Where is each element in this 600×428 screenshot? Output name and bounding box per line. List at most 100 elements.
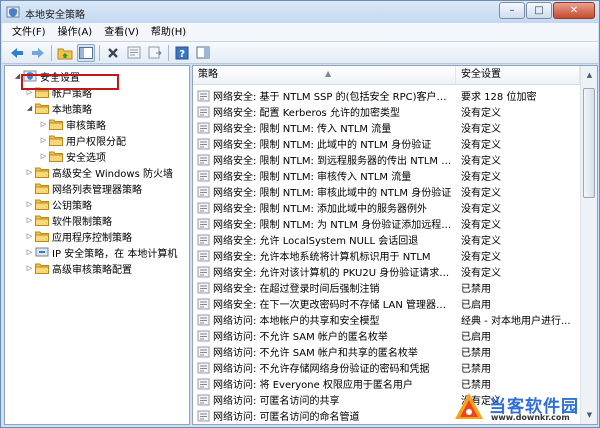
- help-button[interactable]: ?: [173, 44, 191, 62]
- tree-node[interactable]: ▷ 应用程序控制策略: [25, 228, 132, 244]
- table-row[interactable]: 网络安全: 限制 NTLM: 为 NTLM 身份验证添加远程服务器... 没有定义: [193, 215, 597, 231]
- tree-node[interactable]: 网络列表管理器策略: [25, 180, 142, 196]
- policy-name: 网络安全: 限制 NTLM: 审核此域中的 NTLM 身份验证: [213, 188, 452, 199]
- policy-name: 网络访问: 可匿名访问的共享: [213, 396, 340, 407]
- delete-button[interactable]: [104, 44, 122, 62]
- collapsed-arrow-icon[interactable]: ▷: [25, 200, 34, 208]
- table-row[interactable]: 网络安全: 允许 LocalSystem NULL 会话回退 没有定义: [193, 231, 597, 247]
- policy-cell: 网络安全: 在超过登录时间后强制注销: [197, 280, 455, 295]
- window-title: 本地安全策略: [25, 10, 85, 21]
- close-button[interactable]: ✕: [553, 2, 595, 19]
- tree-node[interactable]: ▷ 公钥策略: [25, 196, 92, 212]
- menu-file[interactable]: 文件(F): [6, 24, 52, 41]
- tree-node[interactable]: ▷ 高级安全 Windows 防火墙: [25, 164, 173, 180]
- policy-name: 网络安全: 限制 NTLM: 传入 NTLM 流量: [213, 124, 392, 135]
- column-header-policy[interactable]: 策略 ▲: [193, 66, 456, 85]
- tree-node[interactable]: ▷ 高级审核策略配置: [25, 260, 132, 276]
- table-row[interactable]: 网络访问: 不允许存储网络身份验证的密码和凭据 已禁用: [193, 359, 597, 375]
- policy-cell: 网络访问: 可匿名访问的共享: [197, 392, 455, 407]
- table-row[interactable]: 网络安全: 允许对该计算机的 PKU2U 身份验证请求使用联... 没有定义: [193, 263, 597, 279]
- security-setting-value: 没有定义: [461, 172, 501, 183]
- help-icon: ?: [175, 46, 189, 60]
- policy-setting-icon: [197, 298, 210, 309]
- tree-node[interactable]: ▷ 审核策略: [39, 116, 106, 132]
- table-row[interactable]: 网络安全: 在下一次更改密码时不存储 LAN 管理器哈希值 已启用: [193, 295, 597, 311]
- title-bar[interactable]: 本地安全策略 – □ ✕: [1, 1, 599, 23]
- policy-name: 网络安全: 基于 NTLM SSP 的(包括安全 RPC)客户端的最小...: [213, 92, 455, 103]
- menu-action[interactable]: 操作(A): [52, 24, 99, 41]
- expanded-arrow-icon[interactable]: ◢: [25, 104, 34, 112]
- security-setting-value: 没有定义: [461, 140, 501, 151]
- forward-button[interactable]: [29, 44, 47, 62]
- folder-icon: [35, 231, 49, 242]
- table-row[interactable]: 网络安全: 基于 NTLM SSP 的(包括安全 RPC)客户端的最小... 要求…: [193, 87, 597, 103]
- policy-setting-icon: [197, 250, 210, 261]
- scroll-thumb[interactable]: [583, 88, 595, 198]
- table-row[interactable]: 网络安全: 限制 NTLM: 此域中的 NTLM 身份验证 没有定义: [193, 135, 597, 151]
- table-row[interactable]: 网络安全: 配置 Kerberos 允许的加密类型 没有定义: [193, 103, 597, 119]
- maximize-button[interactable]: □: [526, 2, 552, 19]
- table-row[interactable]: 网络安全: 限制 NTLM: 添加此域中的服务器例外 没有定义: [193, 199, 597, 215]
- policy-setting-icon: [197, 218, 210, 229]
- scroll-up-button[interactable]: ▲: [582, 67, 597, 83]
- table-row[interactable]: 网络访问: 不允许 SAM 帐户和共享的匿名枚举 已禁用: [193, 343, 597, 359]
- security-setting-value: 没有定义: [461, 124, 501, 135]
- table-row[interactable]: 网络安全: 允许本地系统将计算机标识用于 NTLM 没有定义: [193, 247, 597, 263]
- collapsed-arrow-icon[interactable]: ▷: [25, 216, 34, 224]
- properties-button[interactable]: [125, 44, 143, 62]
- ip-policy-icon: [35, 247, 49, 257]
- policy-setting-icon: [197, 234, 210, 245]
- properties-icon: [127, 46, 141, 59]
- policy-name: 网络安全: 配置 Kerberos 允许的加密类型: [213, 108, 400, 119]
- collapsed-arrow-icon[interactable]: ▷: [39, 136, 48, 144]
- menu-help[interactable]: 帮助(H): [145, 24, 192, 41]
- minimize-button[interactable]: –: [499, 2, 525, 19]
- collapsed-arrow-icon[interactable]: ▷: [25, 232, 34, 240]
- table-row[interactable]: 网络安全: 限制 NTLM: 到远程服务器的传出 NTLM 流量 没有定义: [193, 151, 597, 167]
- table-row[interactable]: 网络访问: 不允许 SAM 帐户的匿名枚举 已启用: [193, 327, 597, 343]
- back-button[interactable]: [8, 44, 26, 62]
- tree-node[interactable]: ▷ IP 安全策略，在 本地计算机: [25, 244, 177, 260]
- table-row[interactable]: 网络安全: 限制 NTLM: 审核传入 NTLM 流量 没有定义: [193, 167, 597, 183]
- vertical-scrollbar[interactable]: ▲ ▼: [580, 66, 597, 424]
- console-tree[interactable]: ◢ 安全设置 ▷ 帐户策略 ◢ 本地策略 ▷ 审核策略 ▷ 用户权限分配 ▷ 安全选项 ▷ 高级安全 Wi…: [4, 65, 190, 425]
- table-row[interactable]: 网络访问: 本地帐户的共享和安全模型 经典 - 对本地用户进行...: [193, 311, 597, 327]
- tree-node-label: 高级审核策略配置: [52, 264, 132, 276]
- policy-cell: 网络安全: 允许 LocalSystem NULL 会话回退: [197, 232, 455, 247]
- view-options-button[interactable]: [194, 44, 212, 62]
- policy-name: 网络访问: 本地帐户的共享和安全模型: [213, 316, 380, 327]
- column-header-policy-label: 策略: [198, 69, 218, 80]
- collapsed-arrow-icon[interactable]: ▷: [39, 120, 48, 128]
- policy-name: 网络访问: 将 Everyone 权限应用于匿名用户: [213, 380, 413, 391]
- tree-node[interactable]: ▷ 安全选项: [39, 148, 106, 164]
- show-hide-tree-button[interactable]: [77, 43, 95, 62]
- tree-node[interactable]: ▷ 用户权限分配: [39, 132, 126, 148]
- policy-setting-icon: [197, 330, 210, 341]
- tree-node[interactable]: ◢ 本地策略: [25, 100, 92, 116]
- tree-node[interactable]: ▷ 软件限制策略: [25, 212, 112, 228]
- policy-cell: 网络访问: 不允许 SAM 帐户和共享的匿名枚举: [197, 344, 455, 359]
- policy-cell: 网络安全: 限制 NTLM: 审核传入 NTLM 流量: [197, 168, 455, 183]
- menu-view[interactable]: 查看(V): [98, 24, 145, 41]
- policy-list[interactable]: 策略 ▲ 安全设置 网络安全: 基于 NTLM SSP 的(包括安全 RPC)客…: [192, 65, 598, 425]
- watermark: 当客软件园 www.downkr.com: [447, 391, 597, 425]
- table-row[interactable]: 网络安全: 限制 NTLM: 审核此域中的 NTLM 身份验证 没有定义: [193, 183, 597, 199]
- security-setting-value: 没有定义: [461, 156, 501, 167]
- column-header-setting[interactable]: 安全设置: [456, 66, 580, 85]
- collapsed-arrow-icon[interactable]: ▷: [25, 168, 34, 176]
- up-level-button[interactable]: [56, 44, 74, 62]
- policy-name: 网络访问: 可匿名访问的命名管道: [213, 412, 360, 423]
- collapsed-arrow-icon[interactable]: ▷: [39, 152, 48, 160]
- policy-cell: 网络访问: 可匿名访问的命名管道: [197, 408, 455, 423]
- collapsed-arrow-icon[interactable]: ▷: [25, 248, 34, 256]
- app-window: 本地安全策略 – □ ✕ 文件(F) 操作(A) 查看(V) 帮助(H) ? ◢…: [0, 0, 600, 428]
- table-row[interactable]: 网络安全: 限制 NTLM: 传入 NTLM 流量 没有定义: [193, 119, 597, 135]
- policy-name: 网络安全: 在超过登录时间后强制注销: [213, 284, 380, 295]
- collapsed-arrow-icon[interactable]: ▷: [25, 264, 34, 272]
- table-row[interactable]: 网络访问: 将 Everyone 权限应用于匿名用户 已禁用: [193, 375, 597, 391]
- table-row[interactable]: 网络安全: 在超过登录时间后强制注销 已禁用: [193, 279, 597, 295]
- tree-node-label: 高级安全 Windows 防火墙: [52, 168, 173, 180]
- security-setting-value: 已启用: [461, 332, 491, 343]
- export-list-button[interactable]: [146, 44, 164, 62]
- policy-cell: 网络安全: 限制 NTLM: 审核此域中的 NTLM 身份验证: [197, 184, 455, 199]
